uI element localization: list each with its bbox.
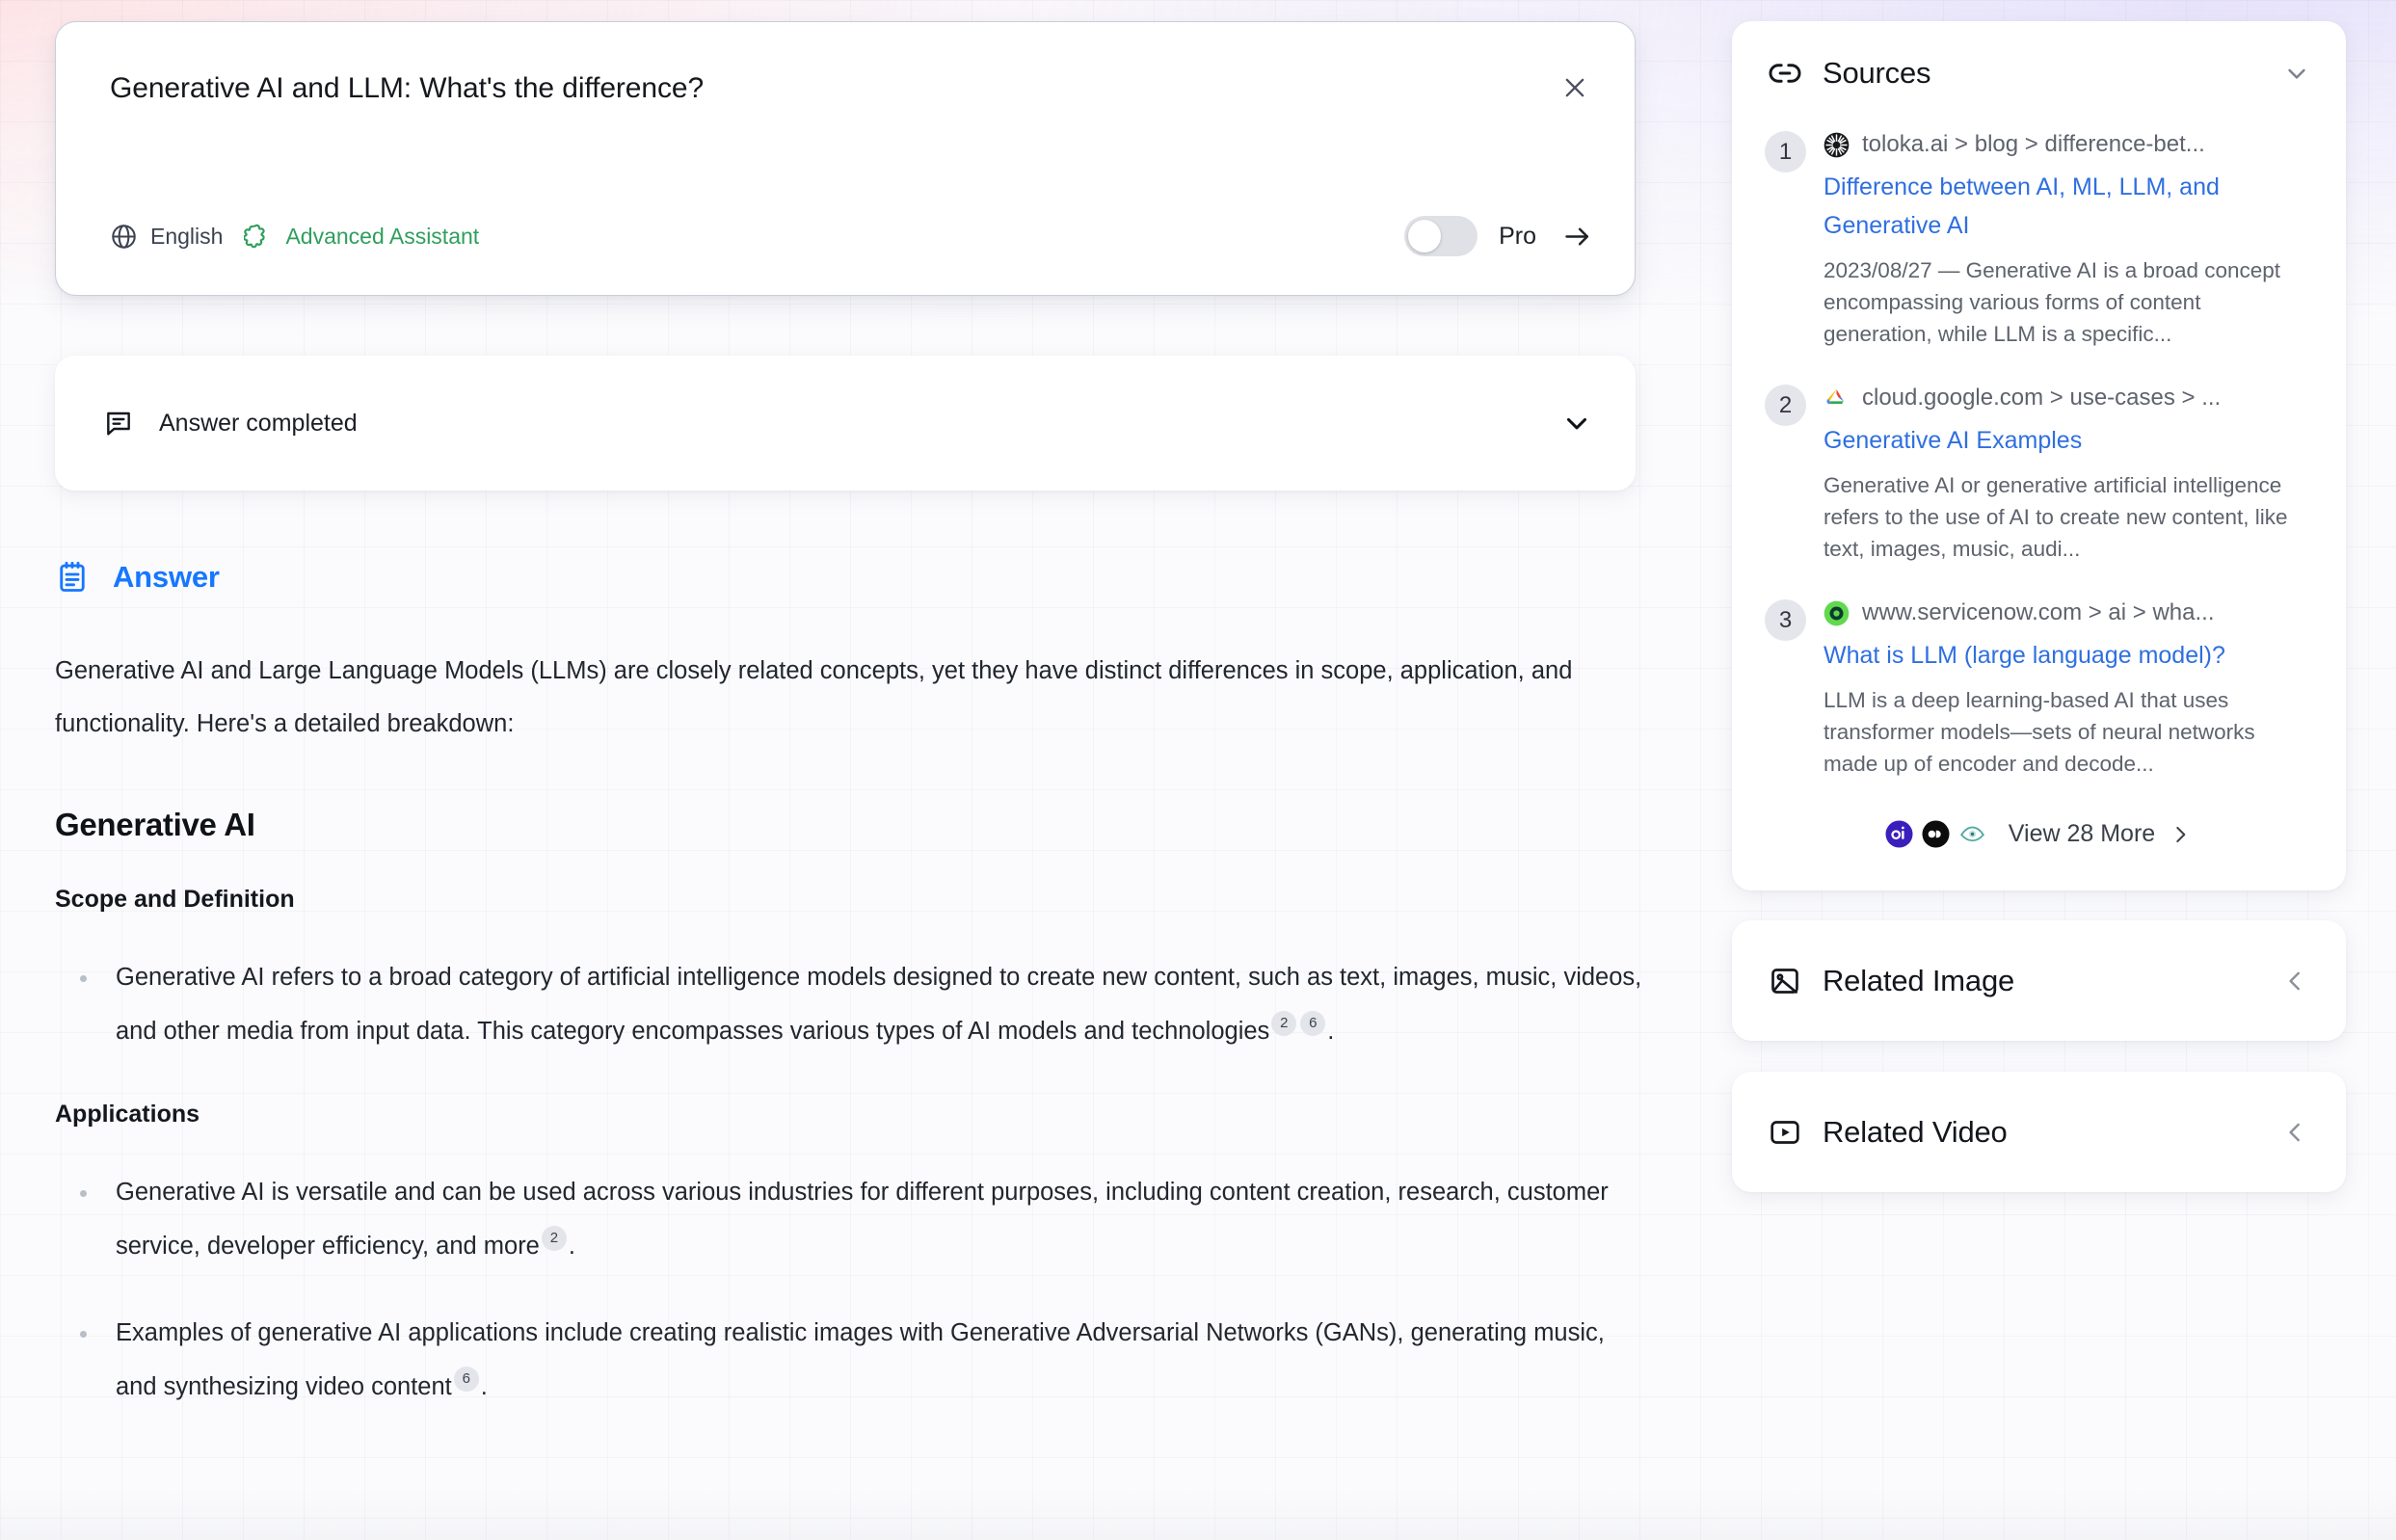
answer-status-chevron-button[interactable] <box>1560 407 1593 439</box>
language-label: English <box>150 223 224 249</box>
video-play-icon <box>1769 1116 1801 1149</box>
source-number: 1 <box>1765 131 1806 173</box>
citation-ref[interactable]: 2 <box>1271 1011 1297 1036</box>
ai-circle-icon <box>1885 820 1913 848</box>
image-icon <box>1769 965 1801 997</box>
related-video-header: Related Video <box>1732 1115 2346 1150</box>
link-icon <box>1769 57 1801 90</box>
source-snippet: Generative AI or generative artificial i… <box>1824 473 2288 561</box>
query-card: Generative AI and LLM: What's the differ… <box>55 21 1636 296</box>
submit-button[interactable] <box>1557 217 1596 255</box>
sources-panel: Sources 1 toloka.ai > blog > difference-… <box>1732 21 2346 890</box>
google-cloud-icon <box>1824 385 1850 412</box>
answer-status-label: Answer completed <box>159 409 358 437</box>
citation-ref[interactable]: 6 <box>453 1367 479 1392</box>
related-image-panel[interactable]: Related Image <box>1732 920 2346 1041</box>
list-item: Generative AI refers to a broad category… <box>55 950 1645 1058</box>
assistant-label: Advanced Assistant <box>285 223 480 249</box>
bullet-text: Examples of generative AI applications i… <box>116 1319 1605 1400</box>
side-column: Sources 1 toloka.ai > blog > difference-… <box>1732 21 2346 1192</box>
app-root: Generative AI and LLM: What's the differ… <box>0 0 2396 1540</box>
toloka-starburst-icon <box>1824 132 1850 158</box>
answer-section-heading: Generative AI <box>55 807 255 842</box>
pro-label: Pro <box>1499 222 1536 250</box>
chevron-down-icon <box>2282 59 2311 88</box>
source-title-link[interactable]: Generative AI Examples <box>1824 421 2315 460</box>
chat-bubble-icon <box>103 408 134 438</box>
sources-collapse-button[interactable] <box>2282 59 2311 88</box>
black-circle-icon <box>1922 820 1950 848</box>
bullet-text: Generative AI refers to a broad category… <box>116 964 1642 1045</box>
answer-subheading-applications: Applications <box>55 1101 200 1128</box>
sources-panel-header: Sources <box>1732 21 2346 91</box>
sources-list: 1 toloka.ai > blog > difference-bet... D… <box>1732 131 2346 780</box>
answer-body: Generative AI and Large Language Models … <box>55 645 1645 1414</box>
source-body: www.servicenow.com > ai > wha... What is… <box>1824 599 2315 780</box>
related-video-expand-button[interactable] <box>2280 1118 2309 1147</box>
source-item[interactable]: 3 www.servicenow.com > ai > wha... What … <box>1765 599 2315 780</box>
source-domain-row: toloka.ai > blog > difference-bet... <box>1824 131 2315 158</box>
query-actions: Pro <box>1404 216 1596 256</box>
source-number: 3 <box>1765 599 1806 641</box>
chevron-left-icon <box>2280 967 2309 996</box>
citation-ref[interactable]: 2 <box>541 1226 567 1251</box>
sources-panel-title: Sources <box>1823 56 1931 90</box>
source-item[interactable]: 2 cloud.google.com > use-cases > ... Gen… <box>1765 385 2315 565</box>
related-video-panel[interactable]: Related Video <box>1732 1072 2346 1192</box>
source-domain-row: cloud.google.com > use-cases > ... <box>1824 385 2315 412</box>
answer-header: Answer <box>55 560 1636 595</box>
related-video-title: Related Video <box>1823 1114 2008 1149</box>
bullet-text: Generative AI is versatile and can be us… <box>116 1179 1609 1260</box>
assistant-selector[interactable]: Advanced Assistant <box>244 222 479 251</box>
view-more-button[interactable]: View 28 More <box>1732 814 2346 869</box>
source-domain: cloud.google.com > use-cases > ... <box>1862 385 2222 411</box>
source-title-link[interactable]: What is LLM (large language model)? <box>1824 636 2315 675</box>
related-image-header: Related Image <box>1732 964 2346 998</box>
answer-status-card[interactable]: Answer completed <box>55 356 1636 491</box>
arrow-right-icon <box>1562 222 1592 252</box>
source-body: cloud.google.com > use-cases > ... Gener… <box>1824 385 2315 565</box>
pro-toggle-knob <box>1408 220 1442 252</box>
citation-ref[interactable]: 6 <box>1300 1011 1326 1036</box>
related-image-title: Related Image <box>1823 963 2015 997</box>
query-text: Generative AI and LLM: What's the differ… <box>110 72 705 104</box>
answer-intro-paragraph: Generative AI and Large Language Models … <box>55 657 1573 737</box>
chevron-down-icon <box>1560 407 1593 439</box>
applications-bullet-list: Generative AI is versatile and can be us… <box>55 1165 1645 1414</box>
language-selector[interactable]: English <box>110 223 223 251</box>
answer-subheading-scope: Scope and Definition <box>55 886 295 913</box>
globe-icon <box>110 223 138 251</box>
source-body: toloka.ai > blog > difference-bet... Dif… <box>1824 131 2315 350</box>
source-snippet: 2023/08/27 — Generative AI is a broad co… <box>1824 258 2281 346</box>
query-footer: English Advanced Assistant Pro <box>110 216 1596 256</box>
chevron-left-icon <box>2280 1118 2309 1147</box>
list-item: Examples of generative AI applications i… <box>55 1306 1645 1414</box>
source-title-link[interactable]: Difference between AI, ML, LLM, and Gene… <box>1824 168 2315 245</box>
view-more-label: View 28 More <box>2008 820 2156 847</box>
puzzle-piece-icon <box>244 222 273 251</box>
teal-eye-icon <box>1958 820 1986 848</box>
notepad-icon <box>55 560 90 595</box>
close-button[interactable] <box>1556 68 1594 107</box>
view-more-avatars <box>1885 820 1986 848</box>
list-item: Generative AI is versatile and can be us… <box>55 1165 1645 1273</box>
answer-title: Answer <box>113 560 220 594</box>
source-number: 2 <box>1765 385 1806 426</box>
source-domain-row: www.servicenow.com > ai > wha... <box>1824 599 2315 626</box>
source-item[interactable]: 1 toloka.ai > blog > difference-bet... D… <box>1765 131 2315 350</box>
pro-toggle[interactable] <box>1404 216 1478 256</box>
servicenow-icon <box>1824 600 1850 626</box>
scope-bullet-list: Generative AI refers to a broad category… <box>55 950 1645 1058</box>
chevron-right-icon <box>2168 822 2193 847</box>
source-domain: toloka.ai > blog > difference-bet... <box>1862 131 2205 157</box>
main-column: Generative AI and LLM: What's the differ… <box>55 21 1641 1447</box>
source-snippet: LLM is a deep learning-based AI that use… <box>1824 688 2255 776</box>
related-image-expand-button[interactable] <box>2280 967 2309 996</box>
close-icon <box>1561 74 1588 101</box>
source-domain: www.servicenow.com > ai > wha... <box>1862 599 2215 625</box>
